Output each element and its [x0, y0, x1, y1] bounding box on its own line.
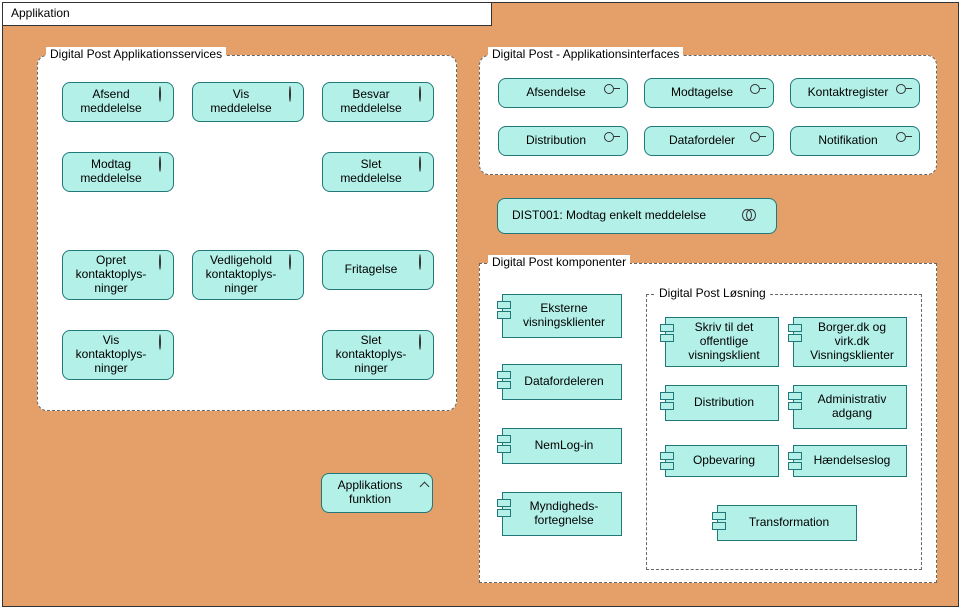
group-losning: Digital Post Løsning Skriv til det offen… [646, 294, 922, 570]
service-icon [413, 256, 427, 264]
group-komponenter-label: Digital Post komponenter [488, 255, 630, 269]
service-label: Opret kontaktoplys-ninger [71, 254, 151, 295]
app-function-label: Applikations funktion [330, 479, 410, 507]
comp-label: Borger.dk og virk.dk Visningsklienter [804, 321, 900, 362]
interface-icon [753, 84, 767, 92]
group-komponenter: Digital Post komponenter Eksterne visnin… [479, 263, 937, 583]
group-services-label: Digital Post Applikationsservices [46, 47, 226, 61]
service-opret-kontakt[interactable]: Opret kontaktoplys-ninger [62, 250, 174, 300]
service-label: Fritagelse [345, 263, 398, 277]
comp-label: Hændelseslog [814, 454, 891, 468]
group-services: Digital Post Applikationsservices Afsend… [37, 55, 457, 411]
service-slet-meddelelse[interactable]: Slet meddelelse [322, 152, 434, 192]
comp-borger-virk[interactable]: Borger.dk og virk.dk Visningsklienter [793, 317, 907, 367]
function-icon [412, 479, 426, 487]
service-label: Vis kontaktoplys-ninger [71, 334, 151, 375]
service-label: Vedligehold kontaktoplys-ninger [201, 254, 281, 295]
service-label: Slet meddelelse [331, 158, 411, 186]
comp-label: Skriv til det offentlige visningsklient [676, 321, 772, 362]
comp-label: Transformation [749, 516, 829, 530]
comp-label: Administrativ adgang [804, 393, 900, 421]
interface-label: Modtagelse [671, 86, 733, 100]
service-slet-kontakt[interactable]: Slet kontaktoplys-ninger [322, 330, 434, 380]
service-icon [413, 158, 427, 166]
service-besvar[interactable]: Besvar meddelelse [322, 82, 434, 122]
interface-afsendelse[interactable]: Afsendelse [498, 78, 628, 108]
comp-label: NemLog-in [535, 439, 594, 453]
service-label: Afsend meddelelse [71, 88, 151, 116]
service-vis-meddelelse[interactable]: Vis meddelelse [192, 82, 304, 122]
service-icon [283, 256, 297, 264]
group-interfaces-label: Digital Post - Applikationsinterfaces [488, 47, 683, 61]
interface-label: Distribution [526, 134, 586, 148]
interface-icon [607, 132, 621, 140]
interface-label: Kontaktregister [808, 86, 889, 100]
interface-notifikation[interactable]: Notifikation [790, 126, 920, 156]
service-icon [413, 336, 427, 344]
interface-modtagelse[interactable]: Modtagelse [644, 78, 774, 108]
application-tab: Applikation [2, 2, 492, 26]
comp-haendelseslog[interactable]: Hændelseslog [793, 445, 907, 477]
comp-admin-adgang[interactable]: Administrativ adgang [793, 385, 907, 429]
service-label: Vis meddelelse [201, 88, 281, 116]
comp-label: Opbevaring [693, 454, 755, 468]
comp-myndighedsfortegnelse[interactable]: Myndigheds-fortegnelse [502, 492, 622, 536]
group-losning-label: Digital Post Løsning [655, 286, 770, 300]
service-icon [413, 88, 427, 96]
application-frame: Applikation Digital Post Applikationsser… [2, 2, 959, 607]
comp-skriv-offentlige[interactable]: Skriv til det offentlige visningsklient [665, 317, 779, 367]
comp-label: Distribution [694, 396, 754, 410]
application-title: Applikation [11, 6, 70, 20]
comp-eksterne-visningsklienter[interactable]: Eksterne visningsklienter [502, 294, 622, 338]
diagram-canvas: Applikation Digital Post Applikationsser… [0, 0, 961, 609]
service-icon [153, 158, 167, 166]
service-icon [153, 256, 167, 264]
comp-transformation[interactable]: Transformation [717, 505, 857, 541]
comp-opbevaring[interactable]: Opbevaring [665, 445, 779, 477]
interface-kontaktregister[interactable]: Kontaktregister [790, 78, 920, 108]
interface-label: Afsendelse [526, 86, 585, 100]
interface-icon [899, 84, 913, 92]
interface-label: Datafordeler [669, 134, 735, 148]
service-icon [153, 336, 167, 344]
service-fritagelse[interactable]: Fritagelse [322, 250, 434, 290]
service-vedligehold-kontakt[interactable]: Vedligehold kontaktoplys-ninger [192, 250, 304, 300]
app-function[interactable]: Applikations funktion [321, 473, 433, 513]
comp-label: Myndigheds-fortegnelse [513, 500, 615, 528]
service-label: Slet kontaktoplys-ninger [331, 334, 411, 375]
comp-nemlogin[interactable]: NemLog-in [502, 428, 622, 464]
dist001-label: DIST001: Modtag enkelt meddelelse [512, 209, 706, 223]
interface-label: Notifikation [818, 134, 877, 148]
interface-icon [899, 132, 913, 140]
service-label: Modtag meddelelse [71, 158, 151, 186]
comp-distribution[interactable]: Distribution [665, 385, 779, 421]
dist001[interactable]: DIST001: Modtag enkelt meddelelse [497, 198, 777, 234]
comp-label: Eksterne visningsklienter [513, 302, 615, 330]
interface-distribution[interactable]: Distribution [498, 126, 628, 156]
interface-icon [753, 132, 767, 140]
service-vis-kontakt[interactable]: Vis kontaktoplys-ninger [62, 330, 174, 380]
group-interfaces: Digital Post - Applikationsinterfaces Af… [479, 55, 937, 175]
interface-icon [607, 84, 621, 92]
interface-datafordeler[interactable]: Datafordeler [644, 126, 774, 156]
comp-datafordeleren[interactable]: Datafordeleren [502, 364, 622, 400]
service-icon [153, 88, 167, 96]
service-label: Besvar meddelelse [331, 88, 411, 116]
comp-label: Datafordeleren [524, 375, 603, 389]
service-modtag[interactable]: Modtag meddelelse [62, 152, 174, 192]
provided-interface-icon [756, 210, 770, 218]
service-icon [283, 88, 297, 96]
service-afsend[interactable]: Afsend meddelelse [62, 82, 174, 122]
